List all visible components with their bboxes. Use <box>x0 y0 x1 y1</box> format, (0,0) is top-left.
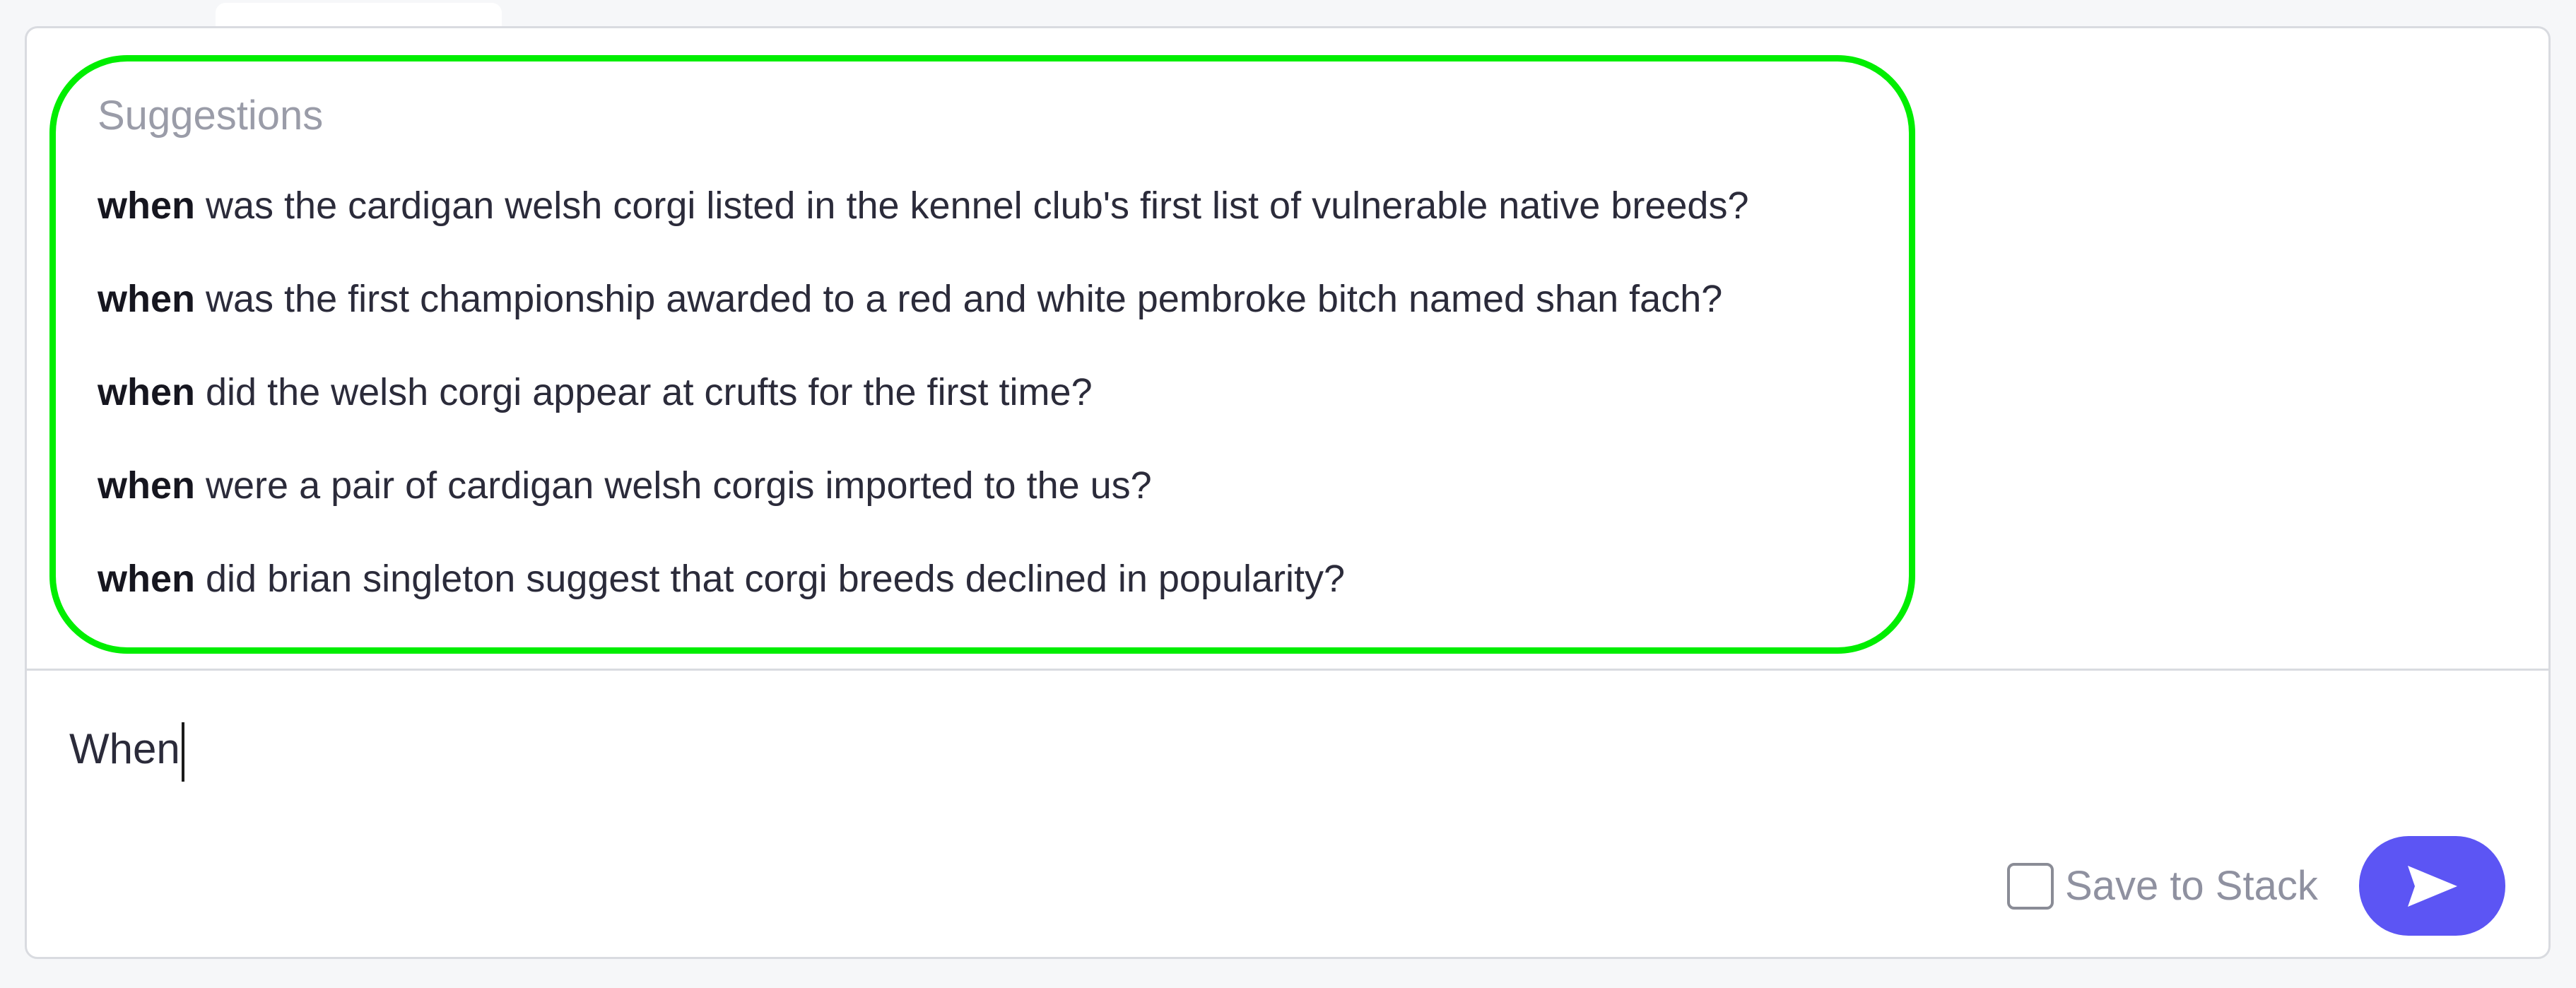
suggestion-keyword: when <box>98 371 196 413</box>
text-caret <box>181 722 184 782</box>
suggestion-item[interactable]: when did the welsh corgi appear at cruft… <box>98 370 1093 414</box>
suggestion-text: were a pair of cardigan welsh corgis imp… <box>195 464 1152 507</box>
message-input[interactable]: When <box>69 717 2472 782</box>
suggestion-item[interactable]: when was the first championship awarded … <box>98 277 1722 321</box>
send-icon <box>2407 865 2457 907</box>
suggestion-keyword: when <box>98 464 196 507</box>
suggestion-text: was the first championship awarded to a … <box>195 278 1723 320</box>
suggestion-text: did brian singleton suggest that corgi b… <box>195 558 1346 600</box>
composer-divider <box>27 669 2548 671</box>
save-to-stack-checkbox[interactable] <box>2007 862 2054 910</box>
suggestion-text: did the welsh corgi appear at crufts for… <box>195 371 1093 413</box>
suggestions-title: Suggestions <box>98 93 324 139</box>
suggestion-text: was the cardigan welsh corgi listed in t… <box>195 184 1749 227</box>
suggestion-item[interactable]: when were a pair of cardigan welsh corgi… <box>98 464 1152 507</box>
chat-composer-panel: Suggestions when was the cardigan welsh … <box>25 26 2551 959</box>
suggestion-item[interactable]: when was the cardigan welsh corgi listed… <box>98 184 1749 228</box>
send-button[interactable] <box>2359 836 2505 936</box>
suggestion-keyword: when <box>98 278 196 320</box>
save-to-stack-toggle[interactable]: Save to Stack <box>2007 862 2318 910</box>
message-input-value: When <box>69 725 180 772</box>
suggestion-keyword: when <box>98 184 196 227</box>
suggestion-item[interactable]: when did brian singleton suggest that co… <box>98 557 1345 601</box>
save-to-stack-label: Save to Stack <box>2065 863 2318 909</box>
suggestion-keyword: when <box>98 558 196 600</box>
